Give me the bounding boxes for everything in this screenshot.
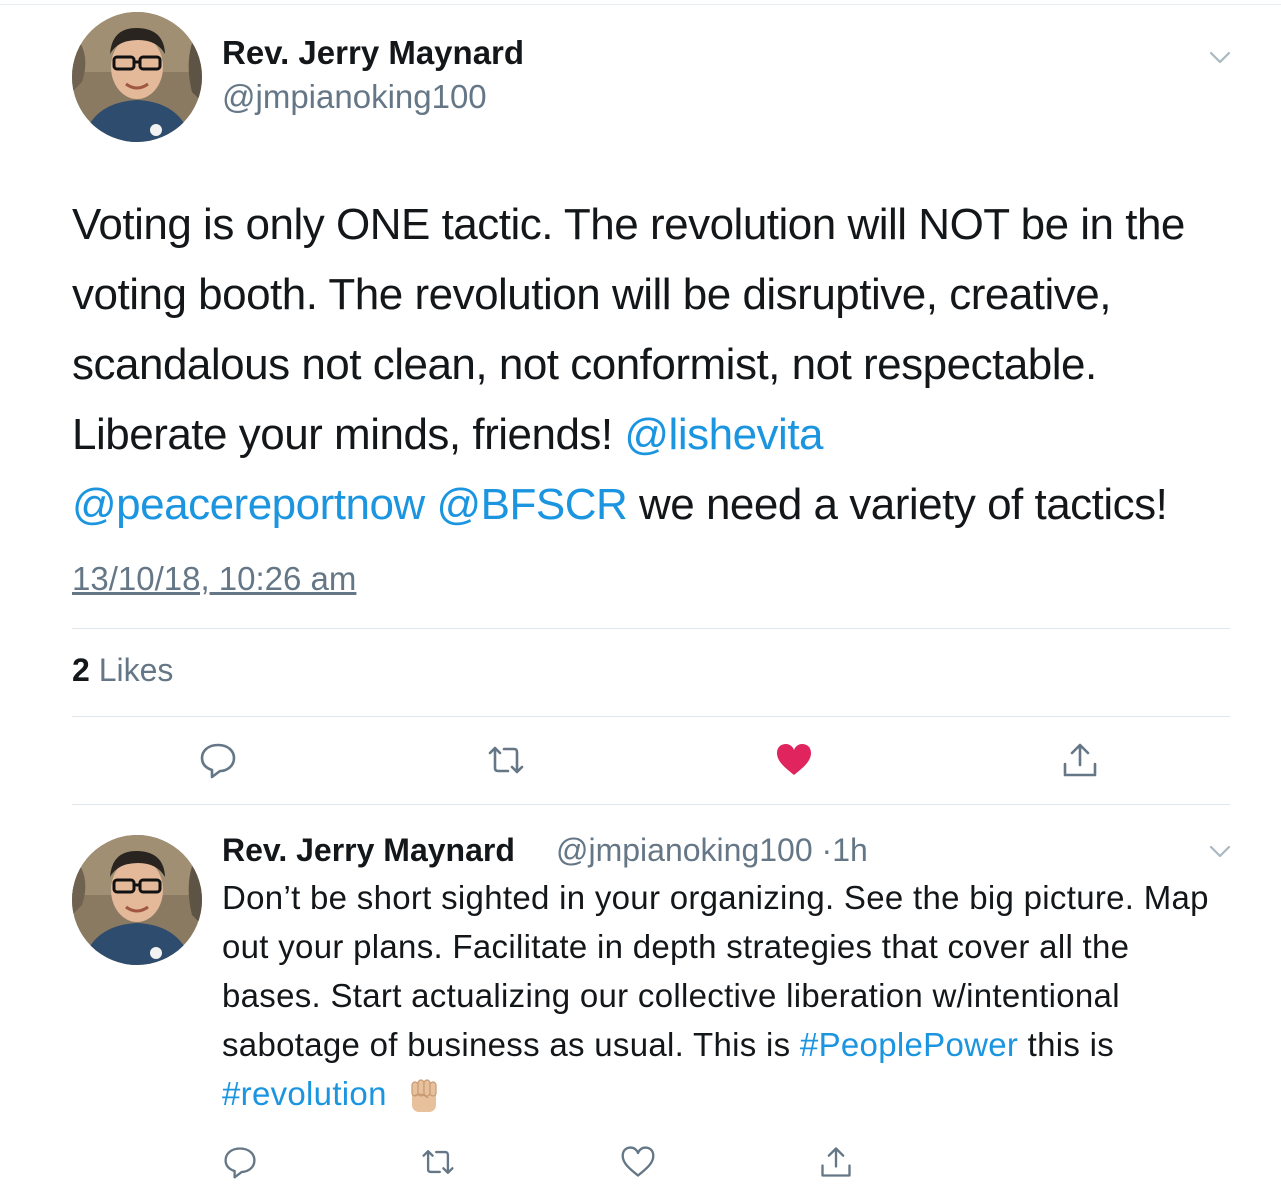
mention-link[interactable]: @peacereportnow [72, 480, 425, 529]
author-avatar[interactable] [72, 12, 202, 142]
tweet-timestamp[interactable]: 13/10/18, 10:26 am [72, 560, 356, 598]
speech-bubble-icon [200, 743, 236, 779]
reply-age[interactable]: 1h [832, 832, 868, 868]
divider [72, 628, 1230, 629]
reply-author-name[interactable]: Rev. Jerry Maynard [222, 832, 515, 869]
likes-count[interactable]: 2 Likes [72, 652, 173, 689]
hashtag-link[interactable]: #PeoplePower [800, 1026, 1018, 1063]
avatar-photo [72, 12, 202, 142]
mention-link[interactable]: @BFSCR [436, 480, 627, 529]
share-arrow-icon [1063, 743, 1097, 777]
speech-bubble-icon [224, 1147, 256, 1179]
hashtag-link[interactable]: #revolution [222, 1075, 387, 1112]
reply-text: Don’t be short sighted in your organizin… [222, 873, 1232, 1118]
reply-text-mid: this is [1018, 1026, 1115, 1063]
meta-separator: · [821, 832, 833, 868]
retweet-button[interactable] [484, 738, 528, 782]
raised-fist-emoji-icon [411, 1079, 437, 1113]
share-button[interactable] [814, 1140, 858, 1184]
tweet-text-tail: we need a variety of tactics! [627, 480, 1168, 529]
mention-link[interactable]: @lishevita [624, 410, 823, 459]
reply-author-meta: @jmpianoking100 ·1h [556, 832, 868, 869]
reply-button[interactable] [196, 738, 240, 782]
likes-number: 2 [72, 652, 90, 688]
like-button[interactable] [616, 1140, 660, 1184]
reply-author-avatar[interactable] [72, 835, 202, 965]
heart-outline-icon [621, 1146, 655, 1177]
chevron-down-icon[interactable] [1207, 838, 1233, 864]
retweet-button[interactable] [416, 1140, 460, 1184]
divider [72, 716, 1230, 717]
heart-icon [777, 744, 811, 775]
divider [72, 804, 1230, 805]
avatar-photo [72, 835, 202, 965]
like-button[interactable] [772, 738, 816, 782]
top-border [0, 4, 1281, 5]
likes-label: Likes [98, 652, 174, 688]
tweet-text: Voting is only ONE tactic. The revolutio… [72, 190, 1252, 540]
reply-button[interactable] [218, 1140, 262, 1184]
retweet-arrows-icon [488, 746, 524, 774]
share-button[interactable] [1058, 738, 1102, 782]
chevron-down-icon[interactable] [1207, 44, 1233, 70]
author-name[interactable]: Rev. Jerry Maynard [222, 34, 524, 72]
share-arrow-icon [821, 1147, 851, 1177]
retweet-arrows-icon [422, 1150, 454, 1174]
author-handle[interactable]: @jmpianoking100 [222, 78, 487, 116]
reply-author-handle[interactable]: @jmpianoking100 [556, 832, 813, 868]
